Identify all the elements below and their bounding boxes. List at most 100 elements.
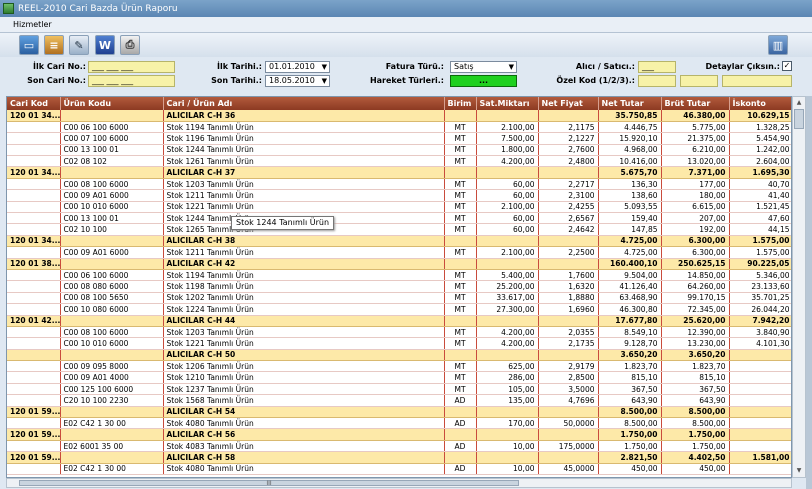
grid-cell[interactable]: [7, 440, 61, 453]
grid-cell[interactable]: 2.100,00: [476, 201, 539, 214]
grid-cell[interactable]: Stok 1211 Tanımlı Ürün: [163, 189, 445, 202]
grid-cell[interactable]: C00 13 100 01: [60, 144, 164, 157]
grid-cell[interactable]: 10,00: [476, 463, 539, 476]
grid-cell[interactable]: [729, 349, 791, 362]
grid-cell[interactable]: C00 09 A01 6000: [60, 189, 164, 202]
grid-cell[interactable]: [60, 258, 164, 270]
column-header[interactable]: İskonto: [729, 97, 791, 110]
table-row[interactable]: C00 08 100 5650 Stok 1202 Tanımlı Ürün MT 3…: [7, 292, 791, 305]
detaylar-checkbox[interactable]: ✓: [782, 61, 792, 71]
grid-cell[interactable]: MT: [444, 337, 477, 350]
column-header[interactable]: Ürün Kodu: [60, 97, 164, 110]
grid-cell[interactable]: 3.840,90: [729, 326, 791, 339]
grid-cell[interactable]: Stok 1224 Tanımlı Ürün: [163, 303, 445, 316]
horizontal-scrollbar[interactable]: III: [6, 478, 792, 488]
table-row[interactable]: E02 6001 35 00 Stok 4083 Tanımlı Ürün AD 10…: [7, 440, 791, 453]
grid-cell[interactable]: 17.677,80: [598, 315, 662, 327]
grid-cell[interactable]: [60, 315, 164, 327]
grid-cell[interactable]: 7.500,00: [476, 132, 539, 145]
table-row[interactable]: C00 08 080 6000 Stok 1198 Tanımlı Ürün MT 2…: [7, 280, 791, 293]
grid-cell[interactable]: 2,3100: [538, 189, 599, 202]
grid-cell[interactable]: [7, 155, 61, 168]
table-row[interactable]: C00 10 080 6000 Stok 1224 Tanımlı Ürün MT 2…: [7, 303, 791, 316]
grid-cell[interactable]: 14.850,00: [661, 269, 730, 282]
grid-cell[interactable]: 4.446,75: [598, 121, 662, 134]
grid-cell[interactable]: [729, 406, 791, 419]
grid-cell[interactable]: Stok 1211 Tanımlı Ürün: [163, 246, 445, 259]
grid-cell[interactable]: [7, 360, 61, 373]
grid-cell[interactable]: [60, 406, 164, 419]
son-tarih-picker[interactable]: 18.05.2010 ▼: [265, 75, 330, 87]
grid-cell[interactable]: 1,6960: [538, 303, 599, 316]
grid-cell[interactable]: 1,6320: [538, 280, 599, 293]
grid-cell[interactable]: 170,00: [476, 417, 539, 430]
grid-cell[interactable]: Stok 1194 Tanımlı Ürün: [163, 269, 445, 282]
grid-cell[interactable]: 120 01 42...: [7, 315, 61, 327]
grid-cell[interactable]: Stok 1198 Tanımlı Ürün: [163, 280, 445, 293]
grid-cell[interactable]: [444, 349, 477, 362]
grid-cell[interactable]: 643,90: [598, 394, 662, 407]
grid-cell[interactable]: 286,00: [476, 371, 539, 384]
table-row[interactable]: E02 C42 1 30 00 Stok 4080 Tanımlı Ürün AD 1…: [7, 417, 791, 430]
grid-cell[interactable]: [7, 212, 61, 225]
grid-cell[interactable]: 120 01 34...: [7, 235, 61, 248]
grid-cell[interactable]: [7, 371, 61, 384]
grid-cell[interactable]: C00 07 100 6000: [60, 132, 164, 145]
table-row[interactable]: C00 09 A01 4000 Stok 1210 Tanımlı Ürün MT 2…: [7, 371, 791, 384]
hscroll-thumb[interactable]: III: [19, 480, 519, 487]
grid-cell[interactable]: Stok 1194 Tanımlı Ürün: [163, 121, 445, 134]
grid-cell[interactable]: 1.242,00: [729, 144, 791, 157]
grid-cell[interactable]: [476, 235, 539, 248]
scroll-up-icon[interactable]: ▲: [794, 98, 804, 108]
grid-cell[interactable]: [729, 371, 791, 384]
column-header[interactable]: Cari / Ürün Adı: [163, 97, 445, 110]
grid-cell[interactable]: C00 08 080 6000: [60, 280, 164, 293]
table-row[interactable]: E02 C42 1 30 00 Stok 4080 Tanımlı Ürün AD 1…: [7, 463, 791, 476]
grid-cell[interactable]: 207,00: [661, 212, 730, 225]
grid-cell[interactable]: [444, 315, 477, 327]
son-cari-field[interactable]: ___ ___ ___: [88, 75, 175, 87]
grid-cell[interactable]: C00 09 095 8000: [60, 360, 164, 373]
grid-cell[interactable]: ALICILAR C-H 44: [163, 315, 445, 327]
grid-cell[interactable]: [538, 166, 599, 179]
table-row[interactable]: C00 07 100 6000 Stok 1196 Tanımlı Ürün MT 7…: [7, 132, 791, 145]
grid-cell[interactable]: 25.620,00: [661, 315, 730, 327]
grid-cell[interactable]: 159,40: [598, 212, 662, 225]
grid-cell[interactable]: [7, 337, 61, 350]
grid-cell[interactable]: 120 01 59...: [7, 406, 61, 419]
column-header[interactable]: Birim: [444, 97, 477, 110]
grid-cell[interactable]: C00 10 010 6000: [60, 337, 164, 350]
grid-cell[interactable]: ALICILAR C-H 56: [163, 428, 445, 441]
grid-cell[interactable]: [7, 463, 61, 476]
grid-cell[interactable]: Stok 1568 Tanımlı Ürün: [163, 394, 445, 407]
books-icon[interactable]: ≡: [44, 35, 64, 55]
grid-cell[interactable]: 4.725,00: [598, 246, 662, 259]
grid-cell[interactable]: 45,0000: [538, 463, 599, 476]
alici-satici-field[interactable]: ___: [638, 61, 676, 73]
grid-cell[interactable]: 1.750,00: [598, 428, 662, 441]
grid-cell[interactable]: C00 10 080 6000: [60, 303, 164, 316]
grid-cell[interactable]: 1,8880: [538, 292, 599, 305]
column-header[interactable]: Sat.Miktarı: [476, 97, 539, 110]
grid-cell[interactable]: 10.629,15: [729, 110, 791, 122]
grid-cell[interactable]: 180,00: [661, 189, 730, 202]
table-row[interactable]: C00 09 A01 6000 Stok 1211 Tanımlı Ürün MT 6…: [7, 189, 791, 202]
grid-cell[interactable]: ALICILAR C-H 50: [163, 349, 445, 362]
grid-cell[interactable]: 46.300,80: [598, 303, 662, 316]
fatura-turu-select[interactable]: Satış ▼: [450, 61, 517, 73]
grid-cell[interactable]: 2,4255: [538, 201, 599, 214]
grid-cell[interactable]: [60, 451, 164, 464]
grid-cell[interactable]: MT: [444, 132, 477, 145]
grid-cell[interactable]: Stok 4083 Tanımlı Ürün: [163, 440, 445, 453]
table-row[interactable]: C00 08 100 6000 Stok 1203 Tanımlı Ürün MT 4…: [7, 326, 791, 339]
grid-cell[interactable]: 4.200,00: [476, 326, 539, 339]
grid-cell[interactable]: MT: [444, 371, 477, 384]
group-row[interactable]: 120 01 34... ALICILAR C-H 37 5.675,70 7.371…: [7, 166, 791, 179]
grid-cell[interactable]: MT: [444, 280, 477, 293]
ozel-kod-1-field[interactable]: [638, 75, 676, 87]
grid-cell[interactable]: 1.823,70: [661, 360, 730, 373]
grid-cell[interactable]: Stok 1203 Tanımlı Ürün: [163, 178, 445, 191]
table-row[interactable]: C02 08 102 Stok 1261 Tanımlı Ürün MT 4.200,…: [7, 155, 791, 168]
grid-cell[interactable]: 2,2500: [538, 246, 599, 259]
grid-cell[interactable]: C00 08 100 6000: [60, 178, 164, 191]
